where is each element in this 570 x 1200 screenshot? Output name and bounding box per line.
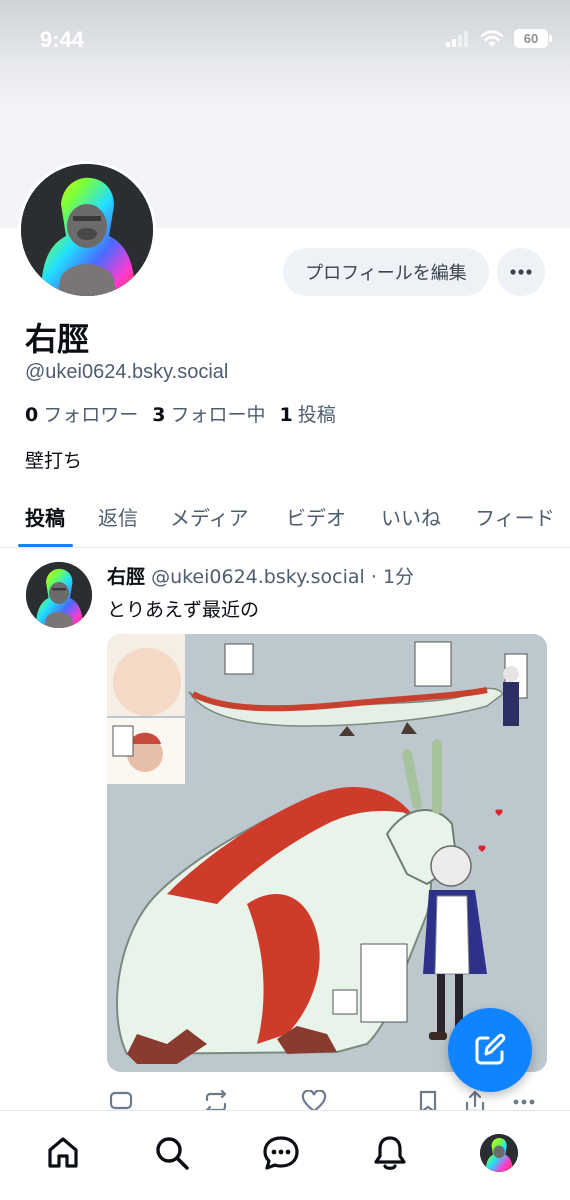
post-author-avatar[interactable]: [26, 562, 92, 628]
chat-icon: [263, 1136, 299, 1170]
display-name: 右脛: [25, 320, 90, 358]
tab-likes[interactable]: いいね: [381, 502, 441, 531]
tab-posts[interactable]: 投稿: [25, 502, 65, 531]
posts-stat: 1 投稿: [279, 404, 336, 426]
wifi-icon: [480, 30, 504, 47]
home-icon: [48, 1137, 78, 1168]
post-header: 右脛 @ukei0624.bsky.social · 1分: [107, 562, 414, 589]
tab-media[interactable]: メディア: [170, 502, 249, 531]
nav-profile[interactable]: [479, 1133, 519, 1173]
nav-profile-avatar: [480, 1134, 518, 1172]
tab-feeds[interactable]: フィード: [475, 502, 555, 531]
tab-videos[interactable]: ビデオ: [286, 502, 346, 531]
status-icons: 60: [446, 29, 552, 48]
nav-notifications[interactable]: [370, 1133, 410, 1173]
profile-stats: 0 フォロワー 3 フォロー中 1 投稿: [25, 400, 336, 427]
compose-button[interactable]: [448, 1008, 532, 1092]
post-image[interactable]: [107, 634, 547, 1072]
following-stat[interactable]: 3 フォロー中: [152, 400, 265, 427]
post-author-name[interactable]: 右脛: [107, 566, 145, 588]
profile-avatar[interactable]: [18, 161, 156, 299]
tab-replies[interactable]: 返信: [98, 502, 138, 531]
post-time: · 1分: [370, 566, 415, 588]
profile-tabs: 投稿 返信 メディア ビデオ いいね フィード: [0, 490, 570, 548]
profile-bio: 壁打ち: [25, 450, 83, 472]
search-icon: [156, 1137, 189, 1170]
signal-icon: [446, 30, 468, 47]
post-author-handle[interactable]: @ukei0624.bsky.social: [151, 566, 365, 588]
profile-handle: @ukei0624.bsky.social: [25, 361, 229, 383]
post-text: とりあえず最近の: [107, 599, 260, 621]
more-icon: [510, 269, 532, 275]
nav-chat[interactable]: [261, 1133, 301, 1173]
nav-search[interactable]: [152, 1133, 192, 1173]
followers-stat[interactable]: 0 フォロワー: [25, 400, 138, 427]
compose-icon: [475, 1033, 506, 1065]
active-tab-indicator: [18, 544, 73, 547]
status-time: 9:44: [40, 27, 85, 52]
nav-home[interactable]: [43, 1133, 83, 1173]
edit-profile-button[interactable]: プロフィールを編集: [283, 248, 489, 296]
battery-icon: 60: [514, 29, 552, 48]
bottom-navigation: [0, 1110, 570, 1200]
more-options-button[interactable]: [497, 248, 545, 296]
bell-icon: [374, 1136, 406, 1170]
